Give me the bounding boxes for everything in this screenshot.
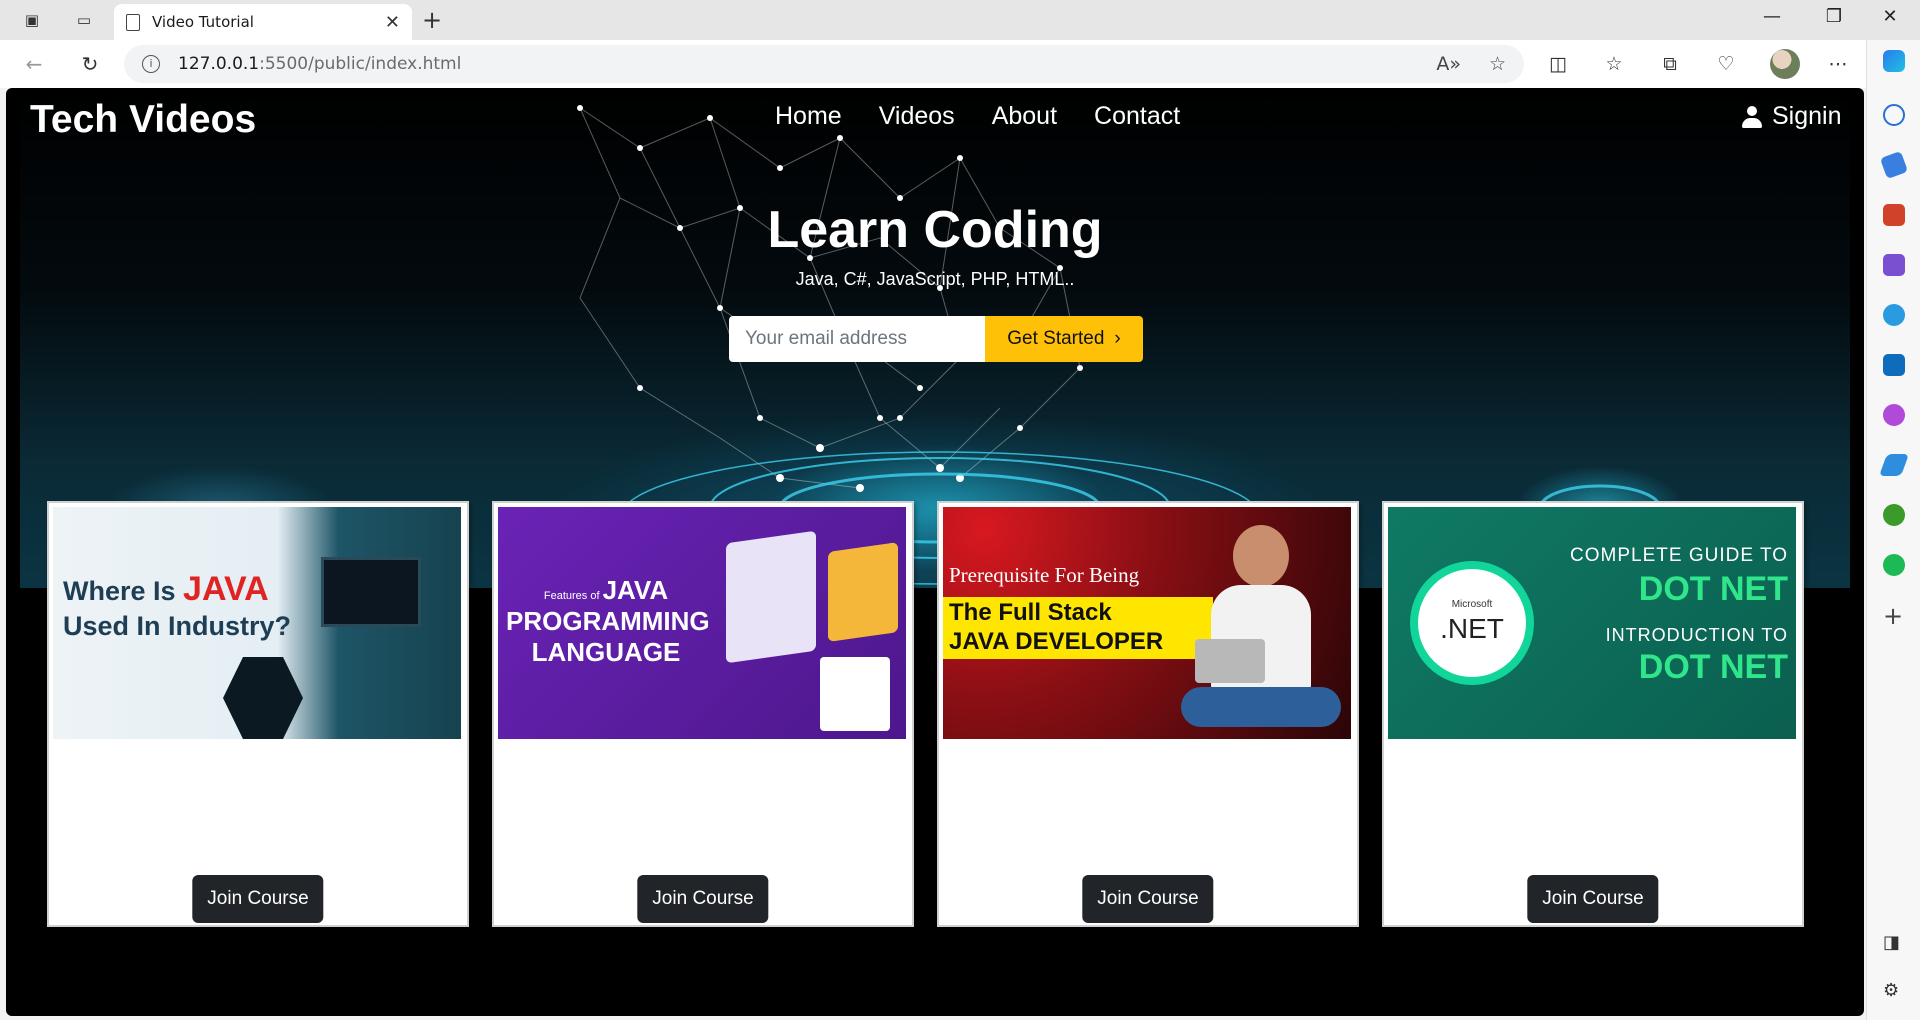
address-bar[interactable]: i 127.0.0.1:5500/public/index.html A» ☆ [124, 45, 1524, 83]
collections-icon[interactable]: ⧉ [1658, 52, 1682, 76]
more-menu-icon[interactable]: ⋯ [1826, 52, 1850, 76]
person-legs-illustration [1181, 687, 1341, 727]
browser-essentials-icon[interactable]: ♡ [1714, 52, 1738, 76]
chevron-right-icon: › [1114, 328, 1121, 349]
tools-icon[interactable] [1883, 204, 1905, 226]
thumb-text: LANGUAGE [531, 637, 681, 668]
document-icon [126, 13, 140, 31]
course-thumbnail: Prerequisite For Being The Full Stack JA… [943, 507, 1351, 739]
course-card: Where Is JAVA Used In Industry? Join Cou… [47, 501, 469, 927]
person-illustration [1233, 525, 1289, 587]
hide-sidebar-icon[interactable]: ◨ [1883, 932, 1900, 953]
nav-videos[interactable]: Videos [879, 102, 955, 131]
new-tab-icon[interactable]: + [422, 6, 442, 34]
games-icon[interactable] [1883, 254, 1905, 276]
close-tab-icon[interactable]: ✕ [385, 12, 400, 33]
read-aloud-icon[interactable]: A» [1436, 53, 1461, 75]
laptop-illustration [1195, 639, 1265, 683]
split-screen-icon[interactable]: ◫ [1546, 52, 1570, 76]
shopping-tag-icon[interactable] [1879, 150, 1909, 180]
hacker-illustration [223, 657, 303, 739]
course-card: Features of JAVA PROGRAMMING LANGUAGE Jo… [492, 501, 914, 927]
signin-link[interactable]: Signin [1742, 102, 1842, 131]
course-thumbnail: Where Is JAVA Used In Industry? [53, 507, 461, 739]
hero-subtitle: Java, C#, JavaScript, PHP, HTML.. [795, 269, 1075, 289]
thumb-text: PROGRAMMING [506, 606, 710, 637]
chart-panel-illustration [828, 542, 898, 642]
tree-icon[interactable] [1883, 504, 1905, 526]
browser-sidebar: + ◨ ⚙ [1866, 40, 1920, 1020]
outlook-icon[interactable] [1883, 354, 1905, 376]
thumb-text: Where Is [63, 576, 184, 606]
logo-text: .NET [1440, 613, 1504, 644]
minimize-icon[interactable]: — [1752, 6, 1792, 27]
thumb-text: JAVA [183, 570, 269, 608]
main-nav: Home Videos About Contact [775, 102, 1180, 131]
thumb-text: JAVA DEVELOPER [949, 627, 1164, 655]
thumb-text: Prerequisite For Being [949, 563, 1140, 587]
add-sidebar-app-icon[interactable]: + [1883, 602, 1903, 630]
nav-about[interactable]: About [992, 102, 1057, 131]
course-card: Prerequisite For Being The Full Stack JA… [937, 501, 1359, 927]
course-card: Microsoft .NET COMPLETE GUIDE TO DOT NET… [1382, 501, 1804, 927]
thumb-text: JAVA [602, 575, 669, 605]
copilot-icon[interactable] [1883, 50, 1905, 72]
thumb-text: Features of [543, 590, 603, 602]
email-input[interactable] [729, 316, 985, 362]
browser-tab-strip: ▣ ▭ Video Tutorial ✕ + — ❐ ✕ [0, 0, 1920, 40]
reload-icon[interactable]: ↻ [76, 50, 104, 78]
get-started-label: Get Started [1007, 328, 1105, 349]
get-started-button[interactable]: Get Started › [985, 316, 1143, 362]
nav-contact[interactable]: Contact [1094, 102, 1180, 131]
thumb-text: Used In Industry? [63, 610, 292, 641]
thumb-text: INTRODUCTION TO [1605, 625, 1788, 645]
desk-illustration [820, 657, 890, 731]
favorite-star-icon[interactable]: ☆ [1489, 53, 1506, 75]
workspaces-icon[interactable]: ▣ [20, 8, 44, 32]
url-path: :5500/public/index.html [259, 54, 462, 74]
profile-avatar[interactable] [1770, 49, 1800, 79]
monitor-illustration [321, 557, 421, 627]
tab-actions-icon[interactable]: ▭ [72, 8, 96, 32]
thumb-text: COMPLETE GUIDE TO [1570, 545, 1788, 566]
send-icon[interactable] [1878, 454, 1910, 476]
site-brand[interactable]: Tech Videos [30, 98, 256, 142]
thumb-text: DOT NET [1638, 570, 1788, 608]
logo-text: Microsoft [1451, 599, 1493, 610]
signup-form: Get Started › [729, 316, 1143, 362]
tab-title: Video Tutorial [152, 13, 254, 31]
course-thumbnail: Features of JAVA PROGRAMMING LANGUAGE [498, 507, 906, 739]
join-course-button[interactable]: Join Course [637, 875, 769, 923]
screen-illustration [726, 530, 816, 664]
course-thumbnail: Microsoft .NET COMPLETE GUIDE TO DOT NET… [1388, 507, 1796, 739]
hero-title: Learn Coding [767, 201, 1103, 259]
spotify-icon[interactable] [1883, 554, 1905, 576]
join-course-button[interactable]: Join Course [192, 875, 324, 923]
microsoft365-icon[interactable] [1883, 304, 1905, 326]
url-host: 127.0.0.1 [178, 54, 260, 74]
user-icon [1742, 105, 1762, 128]
sidebar-settings-icon[interactable]: ⚙ [1883, 980, 1899, 1001]
nav-home[interactable]: Home [775, 102, 842, 131]
favorites-icon[interactable]: ☆ [1602, 52, 1626, 76]
page-viewport: Tech Videos Home Videos About Contact Si… [6, 88, 1864, 1016]
back-icon[interactable]: ← [20, 50, 48, 78]
thumb-text: The Full Stack [949, 599, 1112, 626]
join-course-button[interactable]: Join Course [1082, 875, 1214, 923]
dotnet-logo-circle: Microsoft .NET [1410, 561, 1534, 685]
join-course-button[interactable]: Join Course [1527, 875, 1659, 923]
address-bar-row: ← ↻ i 127.0.0.1:5500/public/index.html A… [0, 40, 1920, 88]
close-window-icon[interactable]: ✕ [1870, 6, 1910, 27]
signin-label: Signin [1772, 102, 1842, 130]
thumb-text: DOT NET [1638, 648, 1788, 686]
search-icon[interactable] [1883, 104, 1905, 126]
browser-tab[interactable]: Video Tutorial ✕ [114, 4, 412, 40]
restore-icon[interactable]: ❐ [1814, 6, 1854, 27]
site-info-icon[interactable]: i [142, 55, 160, 73]
designer-icon[interactable] [1883, 404, 1905, 426]
